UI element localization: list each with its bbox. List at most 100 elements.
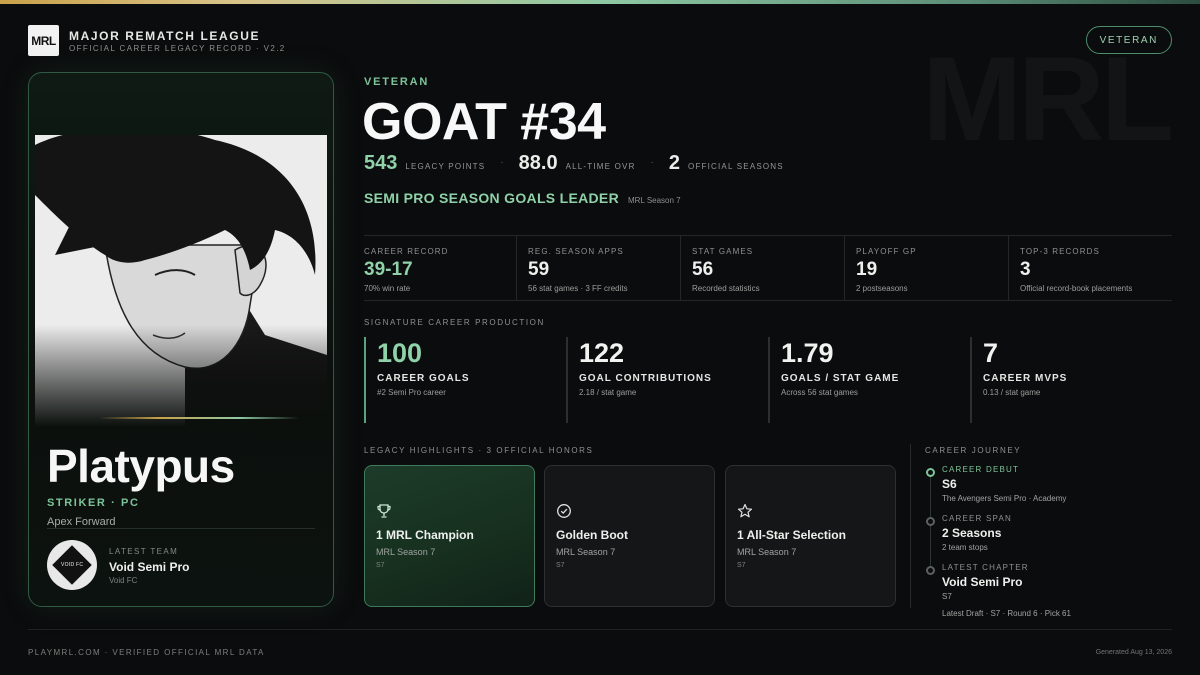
production-career-goals: 100 CAREER GOALS #2 Semi Pro career [364,337,566,423]
production-career-mvps: 7 CAREER MVPS 0.13 / stat game [970,337,1172,423]
production-note: #2 Semi Pro career [377,388,446,397]
ovr-label: ALL-TIME OVR [565,162,636,171]
stat-reg-season-apps: REG. SEASON APPS 59 56 stat games · 3 FF… [516,236,680,300]
league-logo: MRL [28,25,59,56]
team-badge-text: VOID FC [60,561,84,568]
stat-note: 70% win rate [364,284,411,293]
player-card: Platypus STRIKER · PC Apex Forward VOID … [28,72,334,607]
stat-value: 39-17 [364,259,413,280]
stat-value: 3 [1020,259,1031,280]
production-value: 100 [377,338,423,368]
stat-label: REG. SEASON APPS [528,247,624,256]
award-title: SEMI PRO SEASON GOALS LEADER [364,190,619,206]
footer-divider [28,629,1172,630]
career-production: 100 CAREER GOALS #2 Semi Pro career 122 … [364,337,1172,423]
production-label: CAREER MVPS [983,373,1068,384]
journey-step-note: 2 team stops [942,543,988,552]
highlight-code: S7 [556,562,565,569]
journey-step-note: The Avengers Semi Pro · Academy [942,494,1067,503]
journey-step-label: CAREER SPAN [942,514,1012,523]
star-icon [737,503,753,518]
highlight-title: 1 All-Star Selection [737,528,846,542]
tier-badge: VETERAN [1085,26,1172,54]
highlight-title: 1 MRL Champion [376,528,474,542]
kpi-separator: · [500,157,504,168]
stat-note: 56 stat games · 3 FF credits [528,284,628,293]
stat-career-record: CAREER RECORD 39-17 70% win rate [364,236,516,300]
journey-dot [926,517,935,526]
legacy-points-value: 543 [364,152,398,174]
highlights-section-label: LEGACY HIGHLIGHTS · 3 OFFICIAL HONORS [364,446,594,455]
stat-top3-records: TOP-3 RECORDS 3 Official record-book pla… [1008,236,1172,300]
journey-draft-note: Latest Draft · S7 · Round 6 · Pick 61 [942,609,1071,618]
seasons-value: 2 [668,152,681,174]
highlight-code: S7 [376,562,385,569]
hero-tier: VETERAN [364,76,430,88]
highlight-subtitle: MRL Season 7 [737,547,797,557]
highlight-subtitle: MRL Season 7 [556,547,616,557]
stat-playoff-gp: PLAYOFF GP 19 2 postseasons [844,236,1008,300]
production-section-label: SIGNATURE CAREER PRODUCTION [364,318,545,327]
stat-label: PLAYOFF GP [856,247,917,256]
production-value: 122 [579,338,625,368]
player-name: Platypus [47,440,235,492]
stat-value: 19 [856,259,878,280]
league-subtitle: OFFICIAL CAREER LEGACY RECORD · V2.2 [69,44,286,53]
team-club: Void FC [109,576,138,585]
journey-step-note: S7 [942,592,952,601]
production-goals-per-game: 1.79 GOALS / STAT GAME Across 56 stat ga… [768,337,970,423]
journey-dot [926,566,935,575]
card-divider [47,528,315,529]
top-gradient-bar [0,0,1200,4]
latest-team-name: Void Semi Pro [109,560,190,574]
footer-source: PLAYMRL.COM · VERIFIED OFFICIAL MRL DATA [28,648,265,657]
check-circle-icon [557,504,571,518]
team-badge: VOID FC [47,540,97,590]
player-portrait [35,135,327,427]
trophy-icon [377,504,391,518]
journey-step-value: 2 Seasons [942,526,1002,540]
production-label: GOAL CONTRIBUTIONS [579,373,712,384]
player-position: STRIKER · PC [47,497,140,509]
hero-kpis: 543 LEGACY POINTS · 88.0 ALL-TIME OVR · … [364,152,784,175]
production-goal-contributions: 122 GOAL CONTRIBUTIONS 2.18 / stat game [566,337,768,423]
production-value: 7 [983,338,999,368]
team-badge-diamond: VOID FC [52,545,92,585]
stat-note: Recorded statistics [692,284,760,293]
journey-dot-active [926,468,935,477]
stat-label: STAT GAMES [692,247,754,256]
card-accent-line [99,417,299,419]
production-label: CAREER GOALS [377,373,470,384]
highlight-title: Golden Boot [556,528,628,542]
stat-stat-games: STAT GAMES 56 Recorded statistics [680,236,844,300]
highlight-card-all-star: 1 All-Star Selection MRL Season 7 S7 [725,465,896,607]
highlight-code: S7 [737,562,746,569]
latest-team-label: LATEST TEAM [109,547,179,556]
journey-step-label: CAREER DEBUT [942,465,1020,474]
stat-label: TOP-3 RECORDS [1020,247,1100,256]
footer-generated: Generated Aug 13, 2026 [1095,649,1172,656]
highlight-card-golden-boot: Golden Boot MRL Season 7 S7 [544,465,715,607]
journey-step-value: S6 [942,477,957,491]
production-label: GOALS / STAT GAME [781,373,900,384]
journey-step-value: Void Semi Pro [942,575,1023,589]
stat-value: 56 [692,259,714,280]
career-record-strip: CAREER RECORD 39-17 70% win rate REG. SE… [364,235,1172,301]
journey-divider [910,444,911,608]
highlight-subtitle: MRL Season 7 [376,547,436,557]
kpi-separator: · [650,157,654,168]
hero-title: GOAT #34 [362,93,606,151]
production-note: 2.18 / stat game [579,388,637,397]
player-role: Apex Forward [47,516,116,528]
stat-note: 2 postseasons [856,284,908,293]
ovr-value: 88.0 [518,152,558,174]
legacy-points-label: LEGACY POINTS [405,162,486,171]
production-value: 1.79 [781,338,834,368]
stat-note: Official record-book placements [1020,284,1133,293]
league-name: MAJOR REMATCH LEAGUE [69,29,261,43]
seasons-label: OFFICIAL SEASONS [688,162,784,171]
portrait-illustration [35,135,327,427]
award-context: MRL Season 7 [628,196,681,205]
journey-step-label: LATEST CHAPTER [942,563,1029,572]
stat-value: 59 [528,259,550,280]
